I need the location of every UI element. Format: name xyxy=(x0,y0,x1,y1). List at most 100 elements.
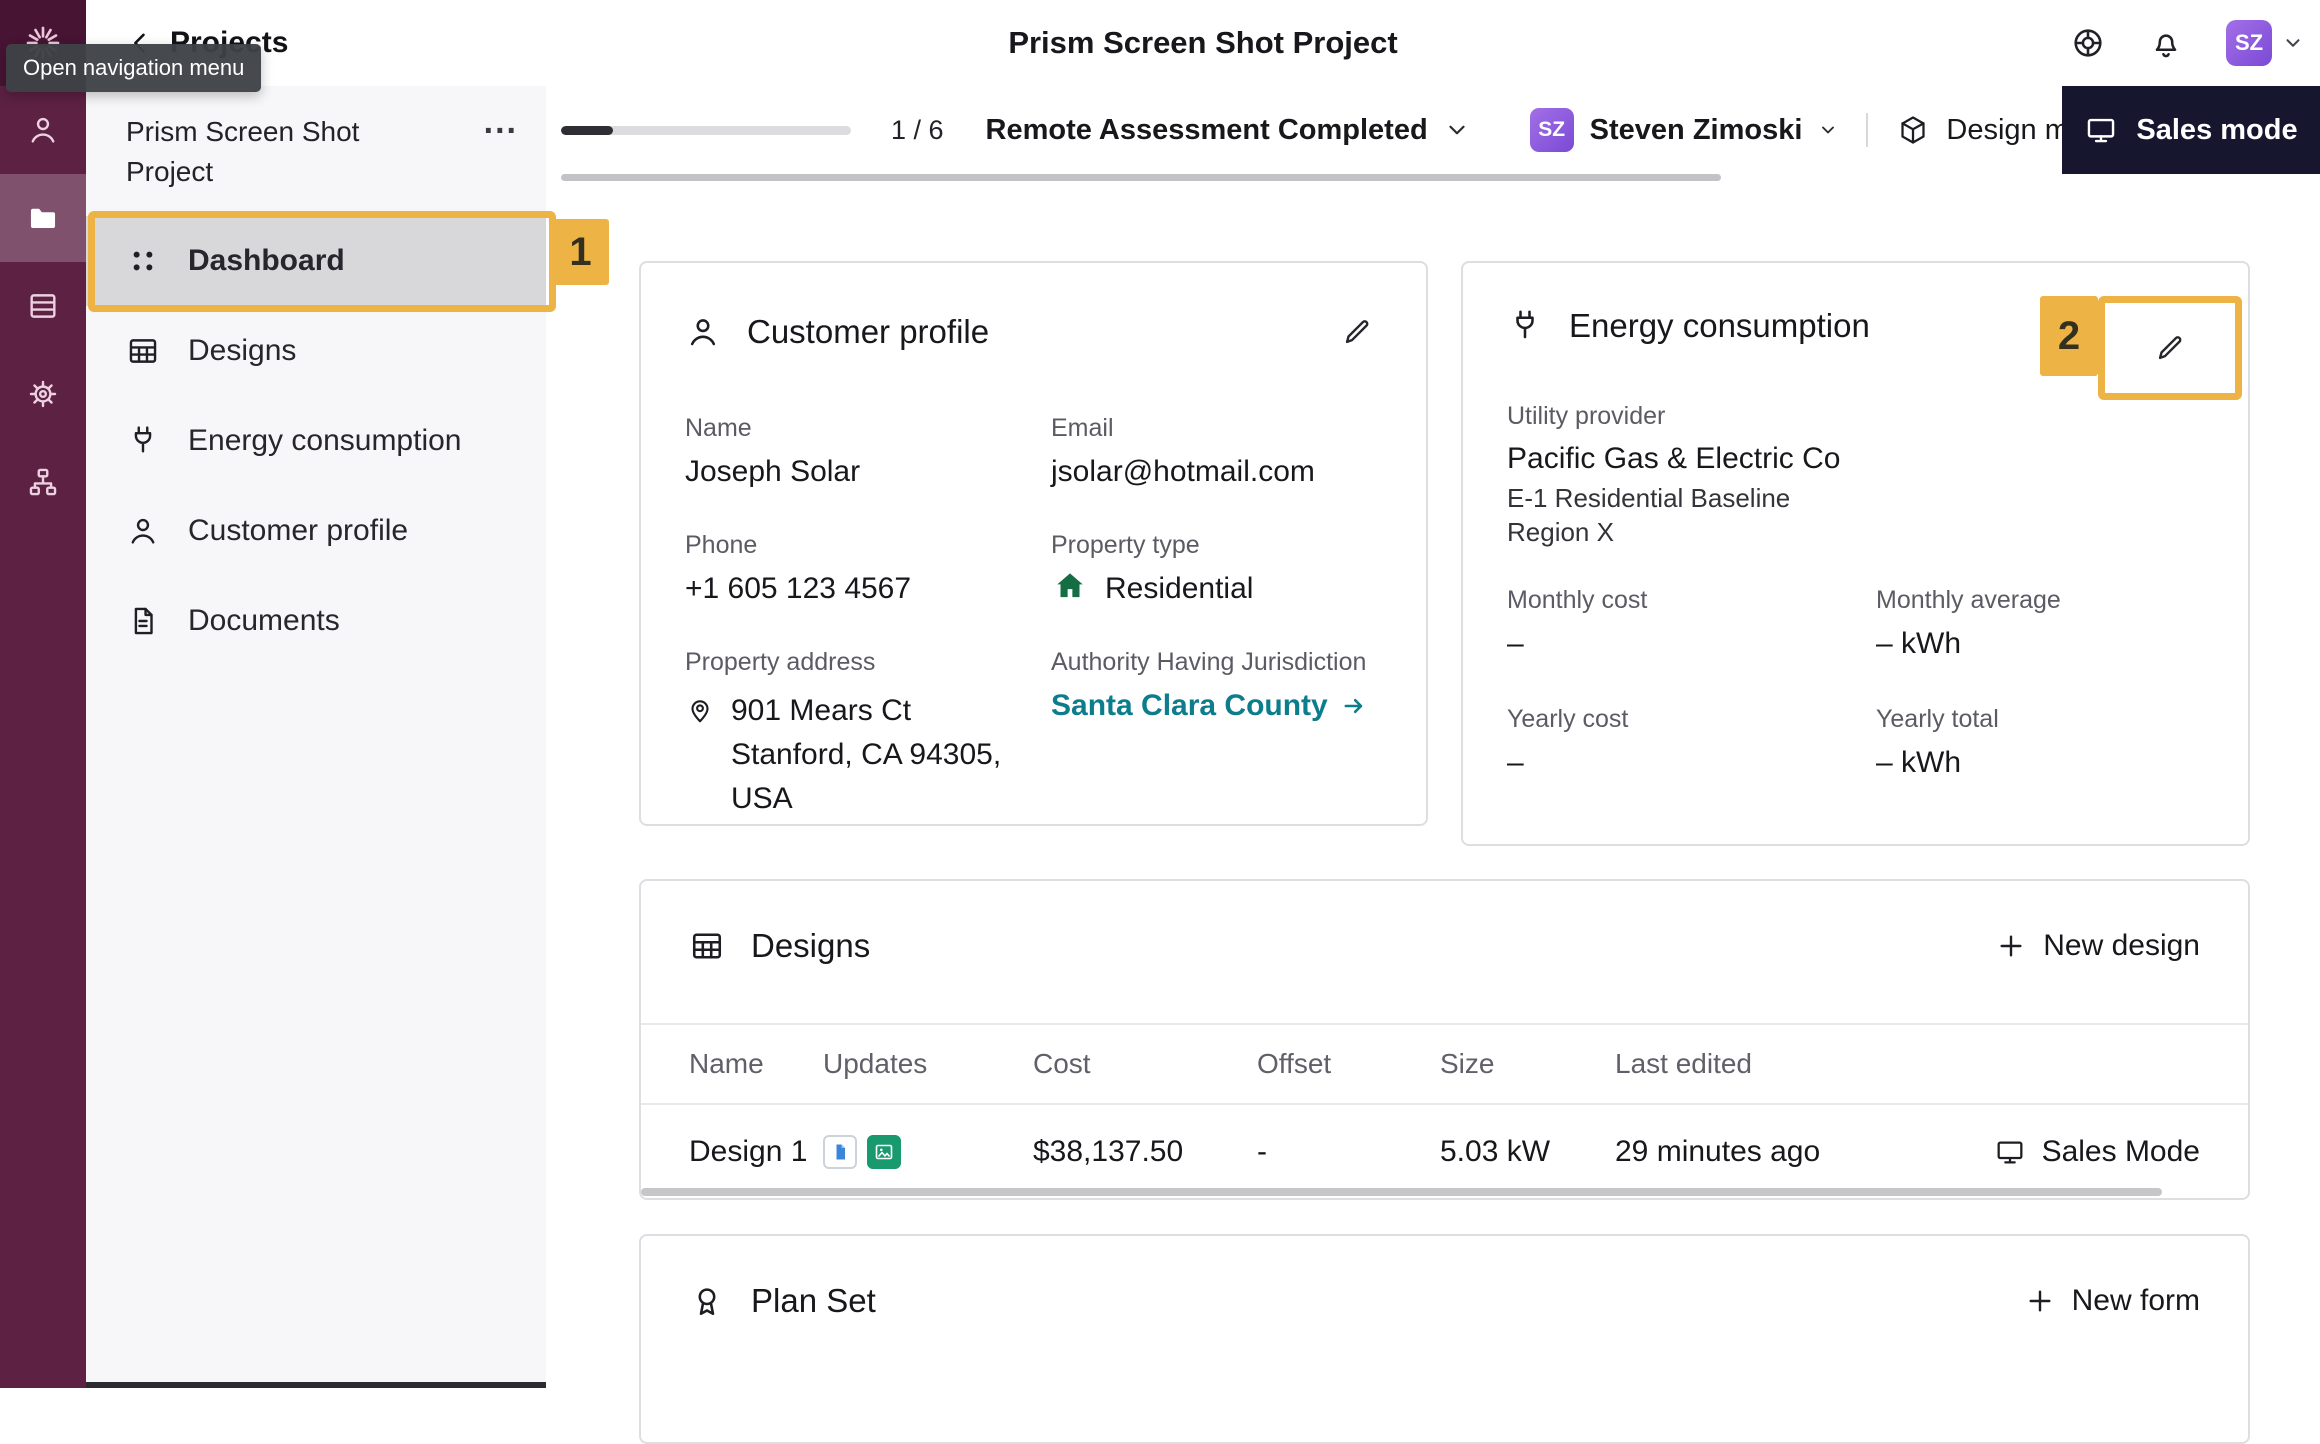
horizontal-scrollbar[interactable] xyxy=(86,1382,546,1388)
sales-mode-button[interactable]: Sales mode xyxy=(2062,86,2320,174)
person-icon xyxy=(26,113,60,147)
field-value: +1 605 123 4567 xyxy=(685,567,1051,611)
field-label: Property address xyxy=(685,645,1051,679)
stat-label: Yearly cost xyxy=(1507,702,1876,736)
account-menu[interactable]: SZ xyxy=(2226,20,2304,66)
topbar-actions: SZ xyxy=(2070,20,2304,66)
column-header: Updates xyxy=(823,1048,1033,1080)
document-update-badge xyxy=(823,1135,857,1169)
utility-provider-name: Pacific Gas & Electric Co xyxy=(1507,437,2204,481)
sales-mode-label: Sales mode xyxy=(2136,114,2297,147)
rail-item-customers[interactable] xyxy=(0,86,86,174)
rail-item-lists[interactable] xyxy=(0,262,86,350)
plan-set-card: Plan Set New form xyxy=(639,1234,2250,1444)
sidebar-item-label: Customer profile xyxy=(188,514,408,548)
sidebar-project-name: Prism Screen Shot Project xyxy=(126,112,416,192)
sidebar-item-designs[interactable]: Designs xyxy=(86,306,546,396)
toolbar-scrollbar[interactable] xyxy=(561,174,1721,181)
sidebar-item-customer-profile[interactable]: Customer profile xyxy=(86,486,546,576)
utility-provider-label: Utility provider xyxy=(1507,399,2204,433)
stat-value: – kWh xyxy=(1876,741,2204,785)
pencil-icon xyxy=(2153,331,2187,365)
notifications-button[interactable] xyxy=(2148,25,2184,61)
column-header: Offset xyxy=(1257,1048,1440,1080)
design-table-row[interactable]: Design 1 xyxy=(641,1105,2248,1198)
table-grid-icon xyxy=(689,928,725,964)
stat-value: – xyxy=(1507,622,1876,666)
plan-set-title: Plan Set xyxy=(751,1282,876,1320)
chevron-down-icon xyxy=(1818,120,1838,140)
field-value: jsolar@hotmail.com xyxy=(1051,450,1382,494)
new-form-label: New form xyxy=(2072,1284,2200,1318)
energy-consumption-card: Energy consumption Utility provider Paci… xyxy=(1461,261,2250,846)
gear-icon xyxy=(26,377,60,411)
field-email: Email jsolar@hotmail.com xyxy=(1051,411,1382,494)
plan-set-seal-icon xyxy=(689,1283,725,1319)
sidebar-header: Prism Screen Shot Project ... xyxy=(86,86,546,216)
chevron-down-icon xyxy=(1444,117,1470,143)
stat-value: – xyxy=(1507,741,1876,785)
assignee-dropdown[interactable]: SZ Steven Zimoski xyxy=(1530,108,1839,152)
stat-yearly-cost: Yearly cost – xyxy=(1507,702,1876,785)
plus-icon xyxy=(1995,930,2027,962)
project-toolbar: 1 / 6 Remote Assessment Completed SZ Ste… xyxy=(546,86,2320,174)
rail-item-projects[interactable] xyxy=(0,174,86,262)
new-design-button[interactable]: New design xyxy=(1995,929,2200,963)
design-name: Design 1 xyxy=(641,1135,823,1169)
designs-card: Designs New design Name Updates Cost Off… xyxy=(639,879,2250,1200)
pencil-icon xyxy=(1340,315,1374,349)
new-form-button[interactable]: New form xyxy=(2024,1284,2200,1318)
top-bar: Projects Prism Screen Shot Project SZ xyxy=(86,0,2320,86)
design-sales-mode-button[interactable]: Sales Mode xyxy=(1994,1135,2248,1169)
field-value: Joseph Solar xyxy=(685,450,1051,494)
edit-customer-profile-button[interactable] xyxy=(1332,307,1382,357)
chevron-down-icon xyxy=(2282,32,2304,54)
stat-yearly-total: Yearly total – kWh xyxy=(1876,702,2204,785)
house-icon xyxy=(1051,567,1089,605)
monitor-icon xyxy=(2084,113,2118,147)
dashboard-icon xyxy=(126,244,160,278)
help-button[interactable] xyxy=(2070,25,2106,61)
field-property-address: Property address 901 Mears Ct Stanford, … xyxy=(685,645,1051,821)
stat-label: Monthly cost xyxy=(1507,583,1876,617)
designs-table-scrollbar[interactable] xyxy=(641,1188,2162,1196)
field-property-type: Property type Residential xyxy=(1051,528,1382,611)
progress-fill xyxy=(561,126,613,135)
page-title: Prism Screen Shot Project xyxy=(86,25,2320,61)
sidebar-item-documents[interactable]: Documents xyxy=(86,576,546,666)
ahj-link[interactable]: Santa Clara County xyxy=(1051,689,1382,723)
stat-monthly-cost: Monthly cost – xyxy=(1507,583,1876,666)
dashboard-content: Customer profile Name Joseph Solar xyxy=(546,181,2320,1444)
design-updates xyxy=(823,1135,1033,1169)
folder-icon xyxy=(26,201,60,235)
field-value: Residential xyxy=(1105,567,1253,611)
monitor-icon xyxy=(1994,1136,2026,1168)
sidebar-item-label: Designs xyxy=(188,334,296,368)
field-ahj: Authority Having Jurisdiction Santa Clar… xyxy=(1051,645,1382,821)
sidebar-item-dashboard[interactable]: Dashboard xyxy=(86,216,546,306)
sidebar-item-label: Dashboard xyxy=(188,244,345,278)
main-content: 1 / 6 Remote Assessment Completed SZ Ste… xyxy=(546,86,2320,1388)
sidebar-item-energy-consumption[interactable]: Energy consumption xyxy=(86,396,546,486)
assignee-name: Steven Zimoski xyxy=(1590,114,1803,147)
map-pin-icon xyxy=(685,695,715,725)
field-phone: Phone +1 605 123 4567 xyxy=(685,528,1051,611)
edit-energy-consumption-button[interactable] xyxy=(2145,323,2195,373)
stat-value: – kWh xyxy=(1876,622,2204,666)
progress-bar xyxy=(561,126,851,135)
person-icon xyxy=(126,514,160,548)
divider xyxy=(1866,113,1868,147)
avatar: SZ xyxy=(1530,108,1574,152)
new-design-label: New design xyxy=(2043,929,2200,963)
rail-item-org[interactable] xyxy=(0,438,86,526)
utility-plan: E-1 Residential Baseline xyxy=(1507,481,2204,515)
project-options-button[interactable]: ... xyxy=(484,112,518,132)
status-dropdown[interactable]: Remote Assessment Completed xyxy=(986,114,1470,147)
design-mode-label: Sales Mode xyxy=(2042,1135,2200,1169)
address-line-1: 901 Mears Ct xyxy=(731,689,1051,733)
rail-item-settings[interactable] xyxy=(0,350,86,438)
sidebar-item-label: Energy consumption xyxy=(188,424,462,458)
table-grid-icon xyxy=(126,334,160,368)
customer-profile-title: Customer profile xyxy=(747,313,989,351)
status-label: Remote Assessment Completed xyxy=(986,114,1428,147)
